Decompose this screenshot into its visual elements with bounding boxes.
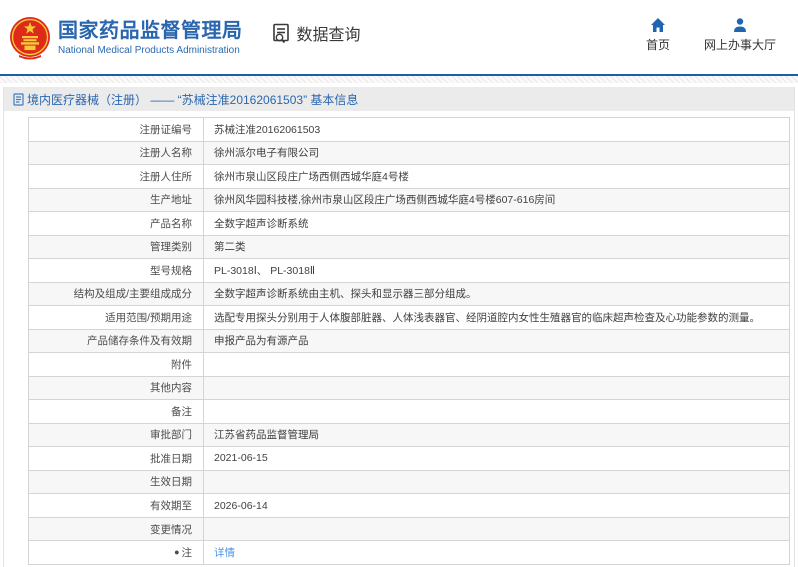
- row-label: 适用范围/预期用途: [28, 305, 204, 330]
- row-label: 附件: [28, 352, 204, 377]
- row-label: 其他内容: [28, 375, 204, 401]
- row-label: 备注: [28, 399, 204, 424]
- site-header: 国家药品监督管理局 National Medical Products Admi…: [0, 0, 798, 74]
- row-label: 产品名称: [28, 211, 204, 236]
- row-label: 审批部门: [28, 422, 204, 448]
- row-value: 江苏省药品监督管理局: [203, 422, 790, 448]
- data-query-nav[interactable]: 数据查询: [271, 21, 361, 45]
- row-value: 详情: [203, 540, 790, 565]
- row-label: 注册证编号: [28, 117, 204, 142]
- table-row: 生产地址 徐州风华园科技楼,徐州市泉山区段庄广场西侧西城华庭4号楼607-616…: [28, 187, 790, 213]
- row-label: 注册人住所: [28, 164, 204, 189]
- row-value: [203, 375, 790, 401]
- row-value: PL-3018Ⅰ、 PL-3018Ⅱ: [203, 258, 790, 283]
- document-search-icon: [271, 22, 293, 44]
- agency-name-en: National Medical Products Administration: [58, 44, 240, 56]
- row-value: 全数字超声诊断系统由主机、探头和显示器三部分组成。: [203, 281, 790, 307]
- document-icon: [13, 92, 24, 106]
- table-row: 注册人住所 徐州市泉山区段庄广场西侧西城华庭4号楼: [28, 164, 790, 189]
- agency-name: 国家药品监督管理局: [58, 19, 243, 42]
- row-label: 注册人名称: [28, 140, 204, 166]
- main-content: 境内医疗器械（注册） —— “苏械注准20162061503” 基本信息 注册证…: [3, 87, 795, 567]
- data-query-label: 数据查询: [296, 27, 361, 44]
- row-label: 有效期至: [28, 493, 204, 518]
- nav-home[interactable]: 首页: [646, 17, 670, 53]
- table-row: 产品名称 全数字超声诊断系统: [28, 211, 790, 236]
- row-label: 生效日期: [28, 469, 204, 495]
- row-label: ● 注: [28, 540, 204, 565]
- row-label: 产品储存条件及有效期: [28, 328, 204, 354]
- table-row: 审批部门 江苏省药品监督管理局: [28, 422, 790, 448]
- row-value: 2026-06-14: [203, 493, 790, 518]
- row-value: 第二类: [203, 234, 790, 260]
- row-value: 全数字超声诊断系统: [203, 211, 790, 236]
- note-icon: ●: [174, 547, 180, 558]
- row-value: 申报产品为有源产品: [203, 328, 790, 354]
- table-row: 管理类别 第二类: [28, 234, 790, 260]
- section-title-bar: 境内医疗器械（注册） —— “苏械注准20162061503” 基本信息: [4, 87, 794, 111]
- home-icon: [650, 17, 666, 33]
- nav-home-label: 首页: [645, 38, 670, 52]
- info-table: 注册证编号 苏械注准20162061503 注册人名称 徐州派尔电子有限公司 注…: [28, 117, 790, 565]
- table-row: 变更情况: [28, 516, 790, 542]
- row-label: 结构及组成/主要组成成分: [28, 281, 204, 307]
- row-value: 选配专用探头分别用于人体腹部脏器、人体浅表器官、经阴道腔内女性生殖器官的临床超声…: [203, 305, 790, 330]
- table-row: 产品储存条件及有效期 申报产品为有源产品: [28, 328, 790, 354]
- row-value: 苏械注准20162061503: [203, 117, 790, 142]
- table-row: 注册证编号 苏械注准20162061503: [28, 117, 790, 142]
- user-icon: [732, 17, 748, 33]
- nav-service-hall[interactable]: 网上办事大厅: [704, 17, 776, 53]
- table-row: ● 注 详情: [28, 540, 790, 565]
- section-title: 境内医疗器械（注册） —— “苏械注准20162061503” 基本信息: [27, 92, 359, 107]
- table-row: 有效期至 2026-06-14: [28, 493, 790, 518]
- row-label: 批准日期: [28, 446, 204, 471]
- top-nav: 首页 网上办事大厅: [646, 17, 776, 53]
- table-row: 型号规格 PL-3018Ⅰ、 PL-3018Ⅱ: [28, 258, 790, 283]
- row-value: 徐州派尔电子有限公司: [203, 140, 790, 166]
- table-row: 备注: [28, 399, 790, 424]
- row-value: [203, 516, 790, 542]
- row-value: [203, 469, 790, 495]
- table-row: 适用范围/预期用途 选配专用探头分别用于人体腹部脏器、人体浅表器官、经阴道腔内女…: [28, 305, 790, 330]
- row-value: [203, 352, 790, 377]
- row-value: 2021-06-15: [203, 446, 790, 471]
- info-table-body: 注册证编号 苏械注准20162061503 注册人名称 徐州派尔电子有限公司 注…: [28, 117, 790, 565]
- agency-identity: 国家药品监督管理局 National Medical Products Admi…: [58, 19, 243, 56]
- table-row: 生效日期: [28, 469, 790, 495]
- table-row: 结构及组成/主要组成成分 全数字超声诊断系统由主机、探头和显示器三部分组成。: [28, 281, 790, 307]
- national-emblem-logo: [9, 15, 51, 61]
- row-value: 徐州市泉山区段庄广场西侧西城华庭4号楼: [203, 164, 790, 189]
- table-row: 其他内容: [28, 375, 790, 401]
- table-row: 注册人名称 徐州派尔电子有限公司: [28, 140, 790, 166]
- row-label: 管理类别: [28, 234, 204, 260]
- row-label: 型号规格: [28, 258, 204, 283]
- table-row: 附件: [28, 352, 790, 377]
- table-row: 批准日期 2021-06-15: [28, 446, 790, 471]
- row-label: 生产地址: [28, 187, 204, 213]
- row-value: 徐州风华园科技楼,徐州市泉山区段庄广场西侧西城华庭4号楼607-616房间: [203, 187, 790, 213]
- detail-link[interactable]: 详情: [214, 547, 235, 559]
- nav-service-hall-label: 网上办事大厅: [703, 38, 776, 52]
- decorative-stripe-band: [0, 76, 798, 83]
- row-label: 变更情况: [28, 516, 204, 542]
- row-value: [203, 399, 790, 424]
